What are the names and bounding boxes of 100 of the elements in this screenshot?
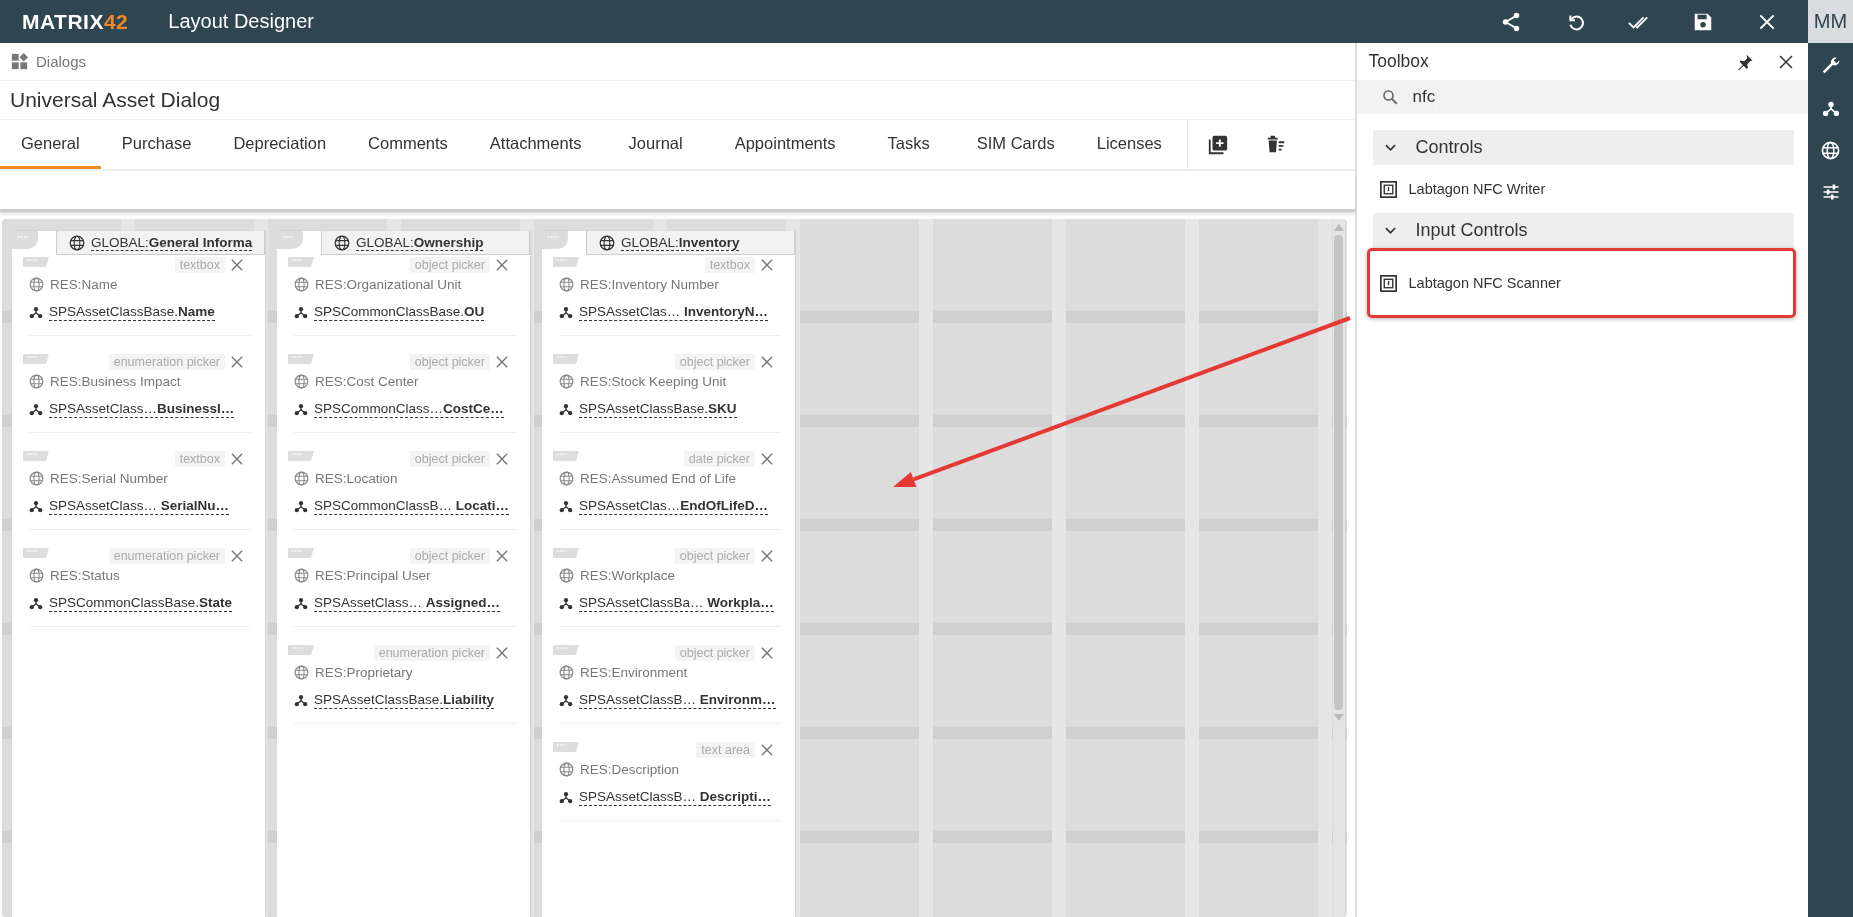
remove-icon[interactable] bbox=[761, 259, 773, 271]
control-type-label: enumeration picker bbox=[108, 548, 225, 564]
nfc-icon bbox=[1379, 274, 1397, 292]
globe-icon bbox=[68, 234, 85, 251]
control-type-label: date picker bbox=[683, 451, 755, 467]
drag-handle-icon[interactable] bbox=[23, 257, 49, 267]
tab[interactable]: Journal bbox=[602, 120, 709, 169]
breadcrumb-link[interactable]: Dialogs bbox=[36, 53, 87, 70]
remove-icon[interactable] bbox=[496, 647, 508, 659]
drag-handle-icon[interactable] bbox=[277, 231, 303, 249]
field-label: RES:Description bbox=[580, 761, 680, 777]
drag-handle-icon[interactable] bbox=[288, 354, 314, 364]
drag-handle-icon[interactable] bbox=[553, 548, 579, 558]
hub-icon bbox=[559, 402, 573, 416]
drag-handle-icon[interactable] bbox=[288, 645, 314, 655]
tab[interactable]: Tasks bbox=[861, 120, 956, 169]
hub-icon bbox=[294, 693, 308, 707]
control-type-label: textbox bbox=[704, 257, 755, 273]
field-label: RES:Cost Center bbox=[315, 373, 419, 389]
column-title-text: GLOBAL:General Informa bbox=[90, 234, 253, 251]
field-label: RES:Location bbox=[315, 470, 398, 486]
tab[interactable]: Attachments bbox=[468, 120, 603, 169]
drag-handle-icon[interactable] bbox=[553, 354, 579, 364]
drag-handle-icon[interactable] bbox=[288, 451, 314, 461]
field-binding[interactable]: SPSAssetClassB… Environm… bbox=[579, 691, 776, 709]
remove-icon[interactable] bbox=[496, 259, 508, 271]
control-type-label: object picker bbox=[409, 451, 490, 467]
tab[interactable]: Purchase bbox=[100, 120, 213, 169]
control-type-label: textbox bbox=[174, 451, 225, 467]
drag-handle-icon[interactable] bbox=[288, 548, 314, 558]
control-type-label: object picker bbox=[409, 257, 490, 273]
field-binding[interactable]: SPSAssetClassB… Descripti… bbox=[579, 788, 772, 806]
field-binding[interactable]: SPSAssetClass… SerialNu… bbox=[49, 497, 230, 515]
field-binding[interactable]: SPSAssetClassBa… Workpla… bbox=[579, 594, 774, 612]
drag-handle-icon[interactable] bbox=[23, 451, 49, 461]
search-input[interactable]: nfc bbox=[1410, 86, 1615, 108]
drag-handle-icon[interactable] bbox=[553, 257, 579, 267]
hub-icon bbox=[294, 596, 308, 610]
remove-icon[interactable] bbox=[496, 550, 508, 562]
field-binding[interactable]: SPSAssetClass…BusinessI… bbox=[49, 400, 235, 418]
tab[interactable]: Licenses bbox=[1075, 120, 1183, 169]
search-icon bbox=[1380, 88, 1399, 106]
field-binding[interactable]: SPSAssetClassBase.SKU bbox=[579, 400, 737, 418]
drag-handle-icon[interactable] bbox=[23, 548, 49, 558]
remove-icon[interactable] bbox=[761, 550, 773, 562]
hub-icon bbox=[29, 499, 43, 513]
drag-handle-icon[interactable] bbox=[12, 231, 38, 249]
user-avatar[interactable]: MM bbox=[1808, 0, 1853, 43]
field-binding[interactable]: SPSAssetClas… InventoryN… bbox=[579, 303, 769, 321]
field-binding[interactable]: SPSAssetClas…EndOfLifeD… bbox=[579, 497, 769, 515]
remove-icon[interactable] bbox=[761, 356, 773, 368]
toolbox-item[interactable]: Labtagon NFC Scanner bbox=[1366, 248, 1796, 318]
remove-icon[interactable] bbox=[496, 453, 508, 465]
field-binding[interactable]: SPSCommonClassBase.OU bbox=[314, 303, 485, 321]
field-binding[interactable]: SPSCommonClassBase.State bbox=[49, 594, 233, 612]
group-header[interactable]: Controls bbox=[1372, 130, 1794, 165]
remove-icon[interactable] bbox=[761, 647, 773, 659]
globe-icon bbox=[294, 373, 309, 389]
column-title[interactable]: GLOBAL:General Informa bbox=[55, 231, 265, 255]
field-label: RES:Workplace bbox=[580, 567, 676, 583]
toolbox-item[interactable]: Labtagon NFC Writer bbox=[1366, 165, 1796, 213]
drag-handle-icon[interactable] bbox=[553, 451, 579, 461]
remove-icon[interactable] bbox=[761, 744, 773, 756]
search-field[interactable]: nfc bbox=[1356, 80, 1808, 114]
field-label: RES:Stock Keeping Unit bbox=[580, 373, 727, 389]
hub-icon bbox=[29, 305, 43, 319]
hub-icon bbox=[294, 499, 308, 513]
drag-handle-icon[interactable] bbox=[23, 354, 49, 364]
field-binding[interactable]: SPSAssetClass… Assigned… bbox=[314, 594, 501, 612]
field-binding[interactable]: SPSAssetClassBase.Name bbox=[49, 303, 215, 321]
drag-handle-icon[interactable] bbox=[553, 645, 579, 655]
remove-icon[interactable] bbox=[231, 550, 243, 562]
remove-icon[interactable] bbox=[231, 259, 243, 271]
logo: MATRIX42 bbox=[22, 9, 129, 34]
remove-icon[interactable] bbox=[761, 453, 773, 465]
close-icon[interactable] bbox=[1778, 53, 1794, 70]
pin-icon[interactable] bbox=[1736, 52, 1754, 71]
tab[interactable]: Appointments bbox=[708, 120, 862, 169]
column-title[interactable]: GLOBAL:Inventory bbox=[585, 231, 795, 255]
field-binding[interactable]: SPSCommonClass…CostCe… bbox=[314, 400, 504, 418]
hub-icon bbox=[294, 402, 308, 416]
field-binding[interactable]: SPSCommonClassB… Locati… bbox=[314, 497, 510, 515]
field-label: RES:Organizational Unit bbox=[315, 276, 462, 292]
globe-icon bbox=[29, 276, 44, 292]
remove-icon[interactable] bbox=[231, 356, 243, 368]
remove-icon[interactable] bbox=[496, 356, 508, 368]
column-title[interactable]: GLOBAL:Ownership bbox=[320, 231, 530, 255]
control-type-label: object picker bbox=[674, 645, 755, 661]
tab[interactable]: Comments bbox=[347, 120, 469, 169]
remove-icon[interactable] bbox=[231, 453, 243, 465]
control-type-label: object picker bbox=[409, 354, 490, 370]
drag-handle-icon[interactable] bbox=[553, 742, 579, 752]
tab[interactable]: General bbox=[0, 120, 101, 169]
drag-handle-icon[interactable] bbox=[288, 257, 314, 267]
control-type-label: enumeration picker bbox=[373, 645, 490, 661]
group-header[interactable]: Input Controls bbox=[1372, 213, 1794, 248]
tab[interactable]: SIM Cards bbox=[955, 120, 1076, 169]
field-binding[interactable]: SPSAssetClassBase.Liability bbox=[314, 691, 495, 709]
drag-handle-icon[interactable] bbox=[542, 231, 568, 249]
tab[interactable]: Depreciation bbox=[212, 120, 348, 169]
